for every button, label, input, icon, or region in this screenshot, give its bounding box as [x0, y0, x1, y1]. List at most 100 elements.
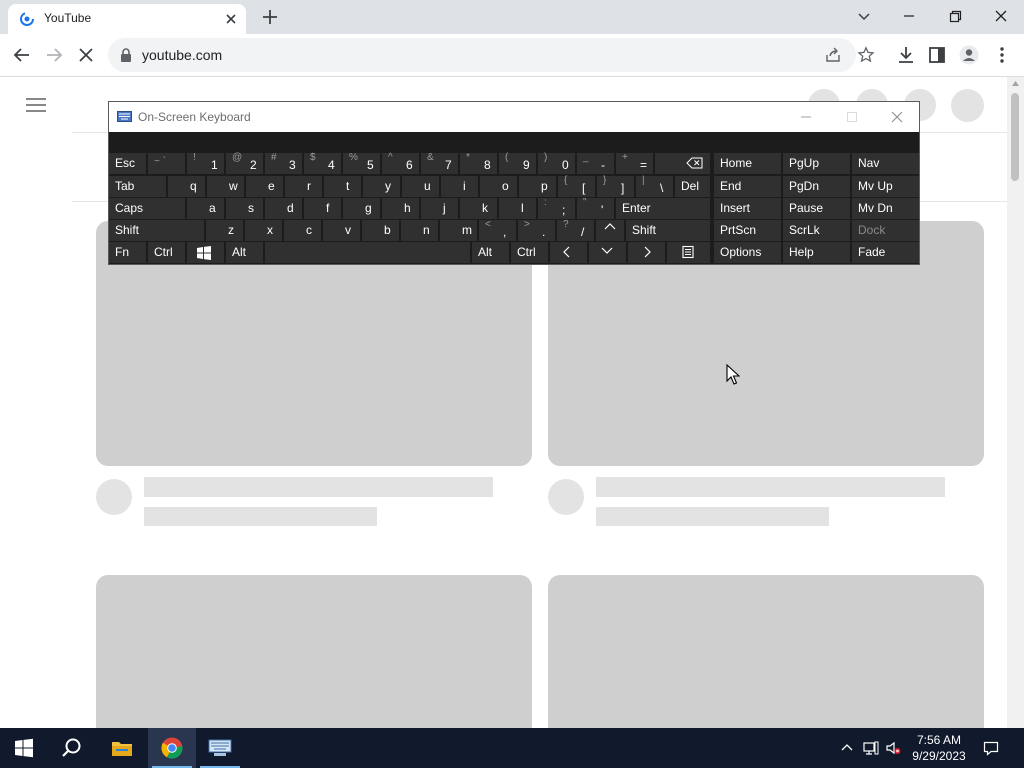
key-mv-up[interactable]: Mv Up	[852, 176, 919, 197]
key-tab[interactable]: Tab	[109, 176, 166, 197]
start-button[interactable]	[0, 728, 48, 768]
forward-arrow-icon[interactable]	[43, 44, 65, 66]
key-e[interactable]: e	[246, 176, 283, 197]
hamburger-menu-icon[interactable]	[26, 97, 46, 113]
key-backspace[interactable]	[655, 153, 710, 174]
on-screen-keyboard-taskbar-icon[interactable]	[196, 728, 244, 768]
key-y[interactable]: y	[363, 176, 400, 197]
key-pgdn[interactable]: PgDn	[783, 176, 850, 197]
restore-window-button[interactable]	[942, 4, 968, 28]
key-scrlk[interactable]: ScrLk	[783, 220, 850, 241]
key-backslash[interactable]: | \	[636, 175, 673, 197]
key-semicolon[interactable]: :;	[538, 197, 575, 219]
tab-youtube[interactable]: YouTube	[8, 4, 246, 34]
tab-search-icon[interactable]	[851, 4, 877, 28]
search-icon[interactable]	[48, 728, 96, 768]
key-3[interactable]: #3	[265, 152, 302, 174]
key-r[interactable]: r	[285, 176, 322, 197]
key-4[interactable]: $4	[304, 152, 341, 174]
key-m[interactable]: m	[440, 220, 477, 241]
close-tab-icon[interactable]	[222, 10, 240, 28]
key-fade[interactable]: Fade	[852, 242, 919, 263]
key-esc[interactable]: Esc	[109, 153, 146, 174]
key-comma[interactable]: <,	[479, 219, 516, 241]
system-clock[interactable]: 7:56 AM 9/29/2023	[908, 732, 970, 764]
key-enter[interactable]: Enter	[616, 198, 710, 219]
key-options[interactable]: Options	[714, 242, 781, 263]
key-right[interactable]	[628, 242, 665, 263]
osk-title-bar[interactable]: On-Screen Keyboard	[109, 102, 919, 132]
show-hidden-icons-chevron-icon[interactable]	[839, 740, 855, 756]
key-n[interactable]: n	[401, 220, 438, 241]
key-equals[interactable]: + =	[616, 152, 653, 174]
chrome-taskbar-icon[interactable]	[148, 728, 196, 768]
key-ctrl[interactable]: Ctrl	[511, 242, 548, 263]
key-w[interactable]: w	[207, 176, 244, 197]
url-text[interactable]: youtube.com	[142, 47, 222, 63]
share-icon[interactable]	[824, 46, 842, 64]
new-tab-button[interactable]	[259, 6, 281, 28]
osk-close-button[interactable]	[889, 109, 905, 125]
key-prtscn[interactable]: PrtScn	[714, 220, 781, 241]
key-p[interactable]: p	[519, 176, 556, 197]
key-i[interactable]: i	[441, 176, 478, 197]
key-up[interactable]	[596, 220, 624, 241]
key-l[interactable]: l	[499, 198, 536, 219]
side-panel-icon[interactable]	[926, 44, 948, 66]
key-z[interactable]: z	[206, 220, 243, 241]
key-0[interactable]: ) 0	[538, 152, 575, 174]
key-space[interactable]	[265, 242, 470, 263]
key-u[interactable]: u	[402, 176, 439, 197]
key-down[interactable]	[589, 242, 626, 263]
key-a[interactable]: a	[187, 198, 224, 219]
key-9[interactable]: (9	[499, 152, 536, 174]
key-del[interactable]: Del	[675, 176, 710, 197]
key-7[interactable]: & 7	[421, 152, 458, 174]
key-mv-dn[interactable]: Mv Dn	[852, 198, 919, 219]
minimize-window-button[interactable]	[896, 4, 922, 28]
key-end[interactable]: End	[714, 176, 781, 197]
page-scrollbar[interactable]	[1007, 77, 1024, 728]
key-s[interactable]: s	[226, 198, 263, 219]
network-icon[interactable]	[863, 740, 879, 756]
key-b[interactable]: b	[362, 220, 399, 241]
key-j[interactable]: j	[421, 198, 458, 219]
key-o[interactable]: o	[480, 176, 517, 197]
notification-center-icon[interactable]	[983, 740, 999, 756]
key-8[interactable]: * 8	[460, 152, 497, 174]
key-k[interactable]: k	[460, 198, 497, 219]
key-period[interactable]: >.	[518, 219, 555, 241]
key-caps[interactable]: Caps	[109, 198, 185, 219]
key-q[interactable]: q	[168, 176, 205, 197]
key-tilde[interactable]: ~ `	[148, 153, 185, 174]
key-6[interactable]: ^ 6	[382, 152, 419, 174]
close-window-button[interactable]	[988, 4, 1014, 28]
key-right-bracket[interactable]: }]	[597, 175, 634, 197]
key-2[interactable]: @2	[226, 152, 263, 174]
key-h[interactable]: h	[382, 198, 419, 219]
osk-minimize-button[interactable]	[798, 109, 814, 125]
key-shift[interactable]: Shift	[109, 220, 204, 241]
key-pause[interactable]: Pause	[783, 198, 850, 219]
key-left[interactable]	[550, 242, 587, 263]
back-arrow-icon[interactable]	[11, 44, 33, 66]
key-home[interactable]: Home	[714, 153, 781, 174]
file-explorer-icon[interactable]	[98, 728, 146, 768]
key-pgup[interactable]: PgUp	[783, 153, 850, 174]
scrollbar-thumb[interactable]	[1011, 93, 1019, 181]
key-left-bracket[interactable]: {[	[558, 175, 595, 197]
key-ctrl[interactable]: Ctrl	[148, 242, 185, 263]
key-minus[interactable]: _ -	[577, 152, 614, 174]
key-alt[interactable]: Alt	[472, 242, 509, 263]
key-alt[interactable]: Alt	[226, 242, 263, 263]
key-f[interactable]: f	[304, 198, 341, 219]
key-slash[interactable]: ? /	[557, 219, 594, 241]
key-t[interactable]: t	[324, 176, 361, 197]
download-icon[interactable]	[895, 44, 917, 66]
key-x[interactable]: x	[245, 220, 282, 241]
bookmark-star-icon[interactable]	[857, 46, 875, 64]
key-g[interactable]: g	[343, 198, 380, 219]
speaker-muted-icon[interactable]	[885, 740, 901, 756]
key-menu[interactable]	[667, 242, 710, 263]
key-5[interactable]: % 5	[343, 152, 380, 174]
